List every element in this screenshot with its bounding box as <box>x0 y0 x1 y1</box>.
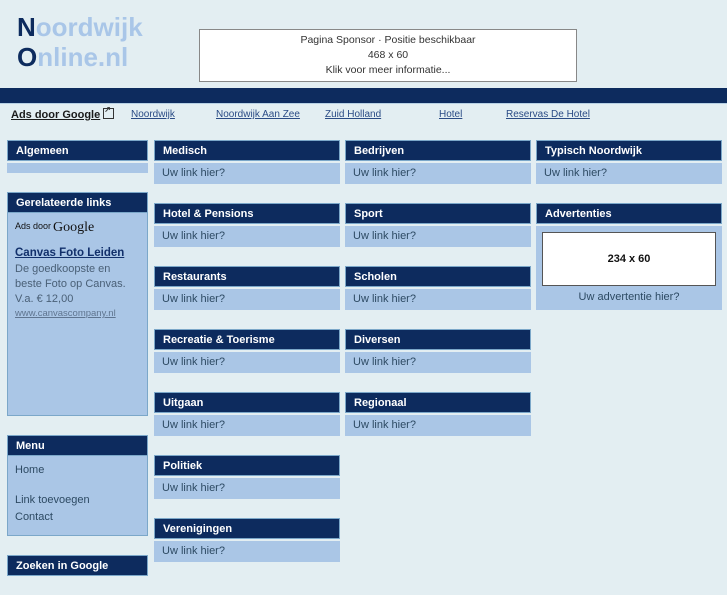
sponsor-line-3: Klik voor meer informatie... <box>325 64 451 76</box>
ads-by-google-label[interactable]: Ads door Google <box>11 105 115 121</box>
block-title-gerelateerde-links: Gerelateerde links <box>7 192 148 213</box>
sidebar-ad-filler <box>15 319 140 407</box>
category-block-hotel-pensions: Hotel & Pensions Uw link hier? <box>154 203 340 247</box>
category-title-verenigingen: Verenigingen <box>154 518 340 539</box>
advert-banner-placeholder[interactable]: 234 x 60 <box>542 232 716 286</box>
sponsor-line-2: 468 x 60 <box>367 49 409 61</box>
ads-link-noordwijk-aan-zee[interactable]: Noordwijk Aan Zee <box>216 109 300 120</box>
menu-spacer <box>15 479 140 492</box>
ads-link-hotel[interactable]: Hotel <box>439 109 462 120</box>
logo-text-nline-nl: nline.nl <box>37 42 129 72</box>
category-title-restaurants: Restaurants <box>154 266 340 287</box>
category-block-recreatie-toerisme: Recreatie & Toerisme Uw link hier? <box>154 329 340 373</box>
category-title-hotel-pensions: Hotel & Pensions <box>154 203 340 224</box>
block-zoeken-in-google: Zoeken in Google <box>7 555 148 576</box>
menu-list: Home Link toevoegen Contact <box>7 456 148 536</box>
menu-item-contact[interactable]: Contact <box>15 509 140 526</box>
category-block-scholen: Scholen Uw link hier? <box>345 266 531 310</box>
logo-text-oordwijk: oordwijk <box>35 12 143 42</box>
google-wordmark: Google <box>53 220 95 235</box>
ads-link-zuid-holland[interactable]: Zuid Holland <box>325 109 381 120</box>
category-block-diversen: Diversen Uw link hier? <box>345 329 531 373</box>
category-block-sport: Sport Uw link hier? <box>345 203 531 247</box>
category-column-1: Medisch Uw link hier? Hotel & Pensions U… <box>154 140 340 581</box>
category-title-sport: Sport <box>345 203 531 224</box>
navy-divider-bar <box>0 88 727 104</box>
sidebar-ad-url-link[interactable]: www.canvascompany.nl <box>15 308 140 319</box>
block-menu: Menu Home Link toevoegen Contact <box>7 435 148 536</box>
category-link-hotel-pensions[interactable]: Uw link hier? <box>154 226 340 247</box>
sidebar-ad-title-link[interactable]: Canvas Foto Leiden <box>15 245 140 261</box>
category-block-bedrijven: Bedrijven Uw link hier? <box>345 140 531 184</box>
block-algemeen: Algemeen <box>7 140 148 173</box>
block-title-advertenties: Advertenties <box>536 203 722 224</box>
category-link-regionaal[interactable]: Uw link hier? <box>345 415 531 436</box>
block-row-algemeen-empty <box>7 163 148 173</box>
category-block-restaurants: Restaurants Uw link hier? <box>154 266 340 310</box>
category-column-3: Typisch Noordwijk Uw link hier? Adverten… <box>536 140 722 329</box>
advert-body: 234 x 60 Uw advertentie hier? <box>536 226 722 310</box>
category-link-diversen[interactable]: Uw link hier? <box>345 352 531 373</box>
category-title-scholen: Scholen <box>345 266 531 287</box>
site-logo[interactable]: Noordwijk Online.nl <box>17 12 143 72</box>
page-root: Noordwijk Online.nl Pagina Sponsor · Pos… <box>0 0 727 576</box>
category-link-bedrijven[interactable]: Uw link hier? <box>345 163 531 184</box>
category-link-uitgaan[interactable]: Uw link hier? <box>154 415 340 436</box>
block-title-menu: Menu <box>7 435 148 456</box>
logo-line-2: Online.nl <box>17 42 143 72</box>
category-title-politiek: Politiek <box>154 455 340 476</box>
external-link-icon <box>103 105 115 119</box>
category-block-regionaal: Regionaal Uw link hier? <box>345 392 531 436</box>
category-link-sport[interactable]: Uw link hier? <box>345 226 531 247</box>
logo-capital-o: O <box>17 42 38 72</box>
category-link-restaurants[interactable]: Uw link hier? <box>154 289 340 310</box>
category-title-recreatie-toerisme: Recreatie & Toerisme <box>154 329 340 350</box>
left-sidebar: Algemeen Gerelateerde links Ads door Goog… <box>7 140 148 595</box>
category-link-recreatie-toerisme[interactable]: Uw link hier? <box>154 352 340 373</box>
block-advertenties: Advertenties 234 x 60 Uw advertentie hie… <box>536 203 722 310</box>
block-title-algemeen: Algemeen <box>7 140 148 161</box>
category-block-politiek: Politiek Uw link hier? <box>154 455 340 499</box>
category-link-politiek[interactable]: Uw link hier? <box>154 478 340 499</box>
sponsor-line-1: Pagina Sponsor · Positie beschikbaar <box>300 34 476 46</box>
category-block-typisch-noordwijk: Typisch Noordwijk Uw link hier? <box>536 140 722 184</box>
sidebar-google-ad: Ads door Google Canvas Foto Leiden De goe… <box>7 213 148 416</box>
category-link-verenigingen[interactable]: Uw link hier? <box>154 541 340 562</box>
sidebar-ad-description: De goedkoopste en beste Foto op Canvas. … <box>15 263 126 305</box>
category-title-regionaal: Regionaal <box>345 392 531 413</box>
category-link-medisch[interactable]: Uw link hier? <box>154 163 340 184</box>
category-title-medisch: Medisch <box>154 140 340 161</box>
ads-by-google-caption: Ads door Google <box>15 220 140 236</box>
category-column-2: Bedrijven Uw link hier? Sport Uw link hi… <box>345 140 531 455</box>
category-link-typisch-noordwijk[interactable]: Uw link hier? <box>536 163 722 184</box>
category-title-bedrijven: Bedrijven <box>345 140 531 161</box>
google-ads-bar: Ads door Google Noordwijk Noordwijk Aan … <box>0 105 727 125</box>
menu-item-link-toevoegen[interactable]: Link toevoegen <box>15 492 140 509</box>
category-link-scholen[interactable]: Uw link hier? <box>345 289 531 310</box>
logo-line-1: Noordwijk <box>17 12 143 42</box>
block-gerelateerde-links: Gerelateerde links Ads door Google Canvas… <box>7 192 148 416</box>
category-block-verenigingen: Verenigingen Uw link hier? <box>154 518 340 562</box>
block-title-zoeken-in-google: Zoeken in Google <box>7 555 148 576</box>
ads-by-google-text: Ads door Google <box>11 109 101 121</box>
advert-caption[interactable]: Uw advertentie hier? <box>542 286 716 303</box>
category-title-diversen: Diversen <box>345 329 531 350</box>
category-title-uitgaan: Uitgaan <box>154 392 340 413</box>
menu-item-home[interactable]: Home <box>15 462 140 479</box>
site-header: Noordwijk Online.nl Pagina Sponsor · Pos… <box>0 0 727 88</box>
ads-link-noordwijk[interactable]: Noordwijk <box>131 109 175 120</box>
category-block-medisch: Medisch Uw link hier? <box>154 140 340 184</box>
logo-capital-n: N <box>17 12 36 42</box>
category-title-typisch-noordwijk: Typisch Noordwijk <box>536 140 722 161</box>
ads-link-reservas-de-hotel[interactable]: Reservas De Hotel <box>506 109 590 120</box>
category-block-uitgaan: Uitgaan Uw link hier? <box>154 392 340 436</box>
ads-by-text: Ads door <box>15 221 52 231</box>
sponsor-banner[interactable]: Pagina Sponsor · Positie beschikbaar 468… <box>199 29 577 82</box>
